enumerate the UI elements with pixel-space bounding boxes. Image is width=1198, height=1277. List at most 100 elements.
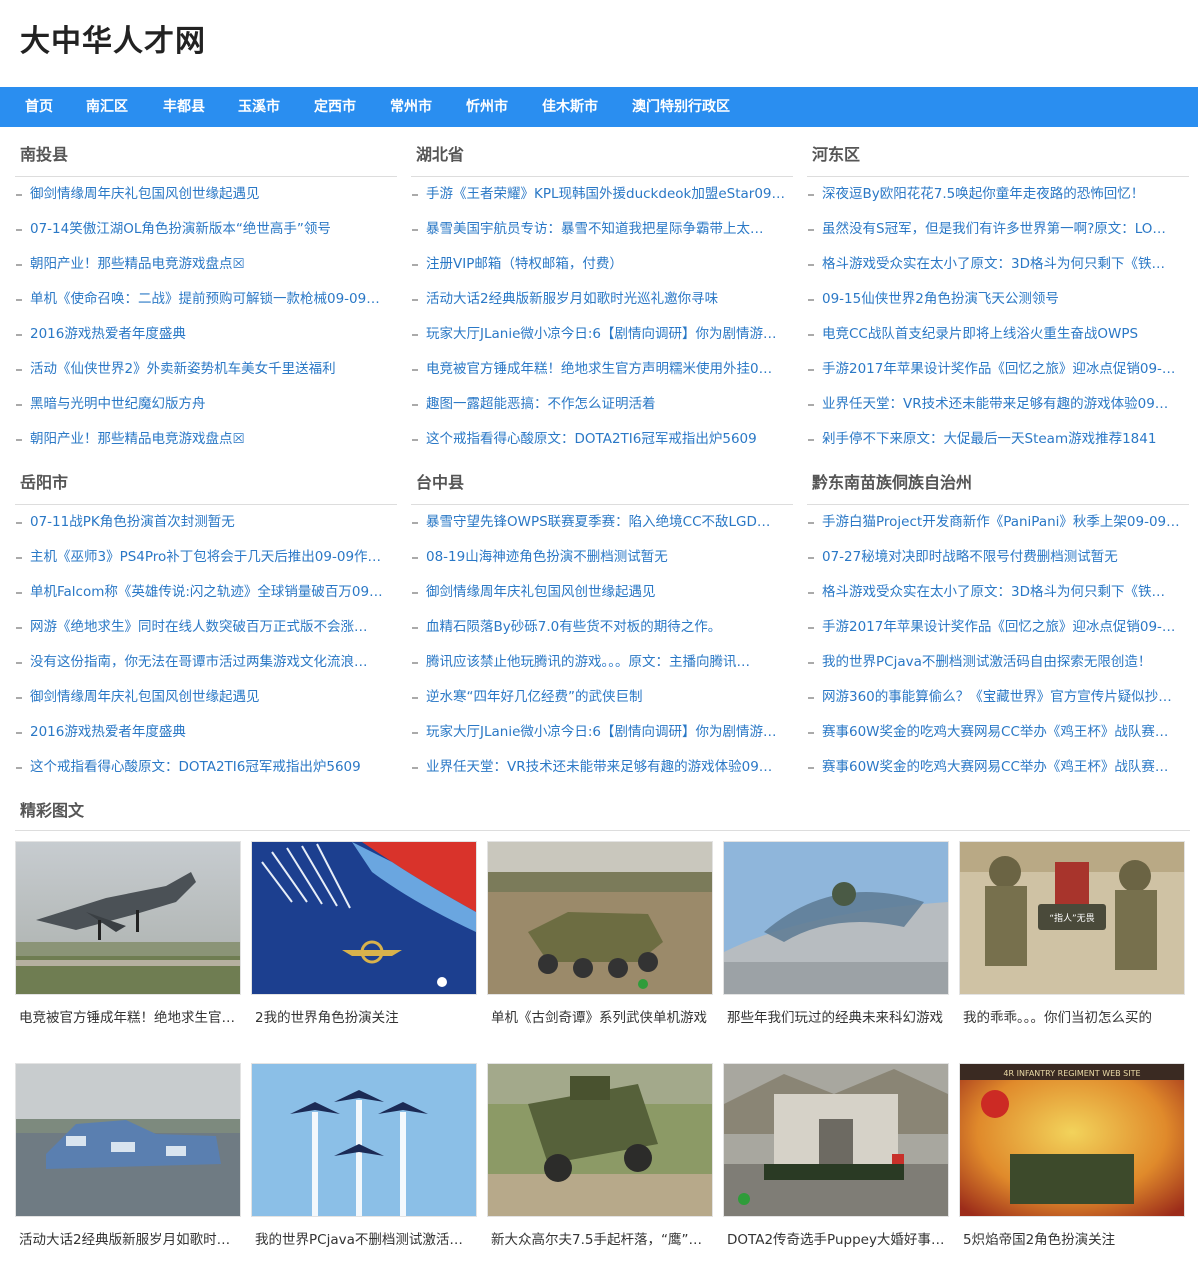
- list-item[interactable]: 这个戒指看得心酸原文：DOTA2TI6冠军戒指出炉5609: [411, 422, 793, 457]
- block-title[interactable]: 岳阳市: [15, 461, 397, 505]
- gallery-card[interactable]: DOTA2传奇选手Puppey大婚好事成双: [723, 1063, 949, 1263]
- nav-item-xinzhou[interactable]: 忻州市: [466, 87, 508, 127]
- gallery-card[interactable]: 单机《古剑奇谭》系列武侠单机游戏: [487, 841, 713, 1041]
- list-item[interactable]: 玩家大厅JLanie微小凉今日:6【剧情向调研】你为剧情游…: [411, 715, 793, 750]
- nav-item-fengdu[interactable]: 丰都县: [163, 87, 205, 127]
- gallery-caption[interactable]: 单机《古剑奇谭》系列武侠单机游戏: [487, 995, 713, 1041]
- list-item[interactable]: 网游《绝地求生》同时在线人数突破百万正式版不会涨…: [15, 610, 397, 645]
- block-title[interactable]: 河东区: [807, 133, 1189, 177]
- gallery-caption[interactable]: 5炽焰帝国2角色扮演关注: [959, 1217, 1185, 1263]
- nav-item-dingxi[interactable]: 定西市: [314, 87, 356, 127]
- list-item[interactable]: 格斗游戏受众实在太小了原文：3D格斗为何只剩下《铁…: [807, 247, 1189, 282]
- list-item[interactable]: 我的世界PCjava不删档测试激活码自由探索无限创造！: [807, 645, 1189, 680]
- nav-item-changzhou[interactable]: 常州市: [390, 87, 432, 127]
- gallery-caption[interactable]: 活动大话2经典版新服岁月如歌时光巡礼: [15, 1217, 241, 1263]
- list-item[interactable]: 暴雪美国宇航员专访：暴雪不知道我把星际争霸带上太…: [411, 212, 793, 247]
- list-item[interactable]: 这个戒指看得心酸原文：DOTA2TI6冠军戒指出炉5609: [15, 750, 397, 785]
- list-item[interactable]: 趣图一露超能恶搞：不作怎么证明活着: [411, 387, 793, 422]
- thumbnail-camo-boat[interactable]: [15, 1063, 241, 1217]
- list-item[interactable]: 手游2017年苹果设计奖作品《回忆之旅》迎冰点促销09-…: [807, 352, 1189, 387]
- gallery-caption[interactable]: 新大众高尔夫7.5手起杆落，“鹰”击长空: [487, 1217, 713, 1263]
- nav-item-home[interactable]: 首页: [25, 87, 53, 127]
- list-item[interactable]: 御剑情缘周年庆礼包国风创世缘起遇见: [15, 177, 397, 212]
- thumbnail-fighter-jet[interactable]: [15, 841, 241, 995]
- news-list: 暴雪守望先锋OWPS联赛夏季赛：陷入绝境CC不敌LGD… 08-19山海神迹角色…: [411, 505, 793, 785]
- gallery-caption[interactable]: 那些年我们玩过的经典未来科幻游戏: [723, 995, 949, 1041]
- thumbnail-jet-formation[interactable]: [251, 1063, 477, 1217]
- list-item[interactable]: 主机《巫师3》PS4Pro补丁包将会于几天后推出09-09作…: [15, 540, 397, 575]
- gallery-caption[interactable]: 我的世界PCjava不删档测试激活码自由探索: [251, 1217, 477, 1263]
- list-item[interactable]: 活动《仙侠世界2》外卖新姿势机车美女千里送福利: [15, 352, 397, 387]
- list-item[interactable]: 暴雪守望先锋OWPS联赛夏季赛：陷入绝境CC不敌LGD…: [411, 505, 793, 540]
- list-item[interactable]: 注册VIP邮箱（特权邮箱，付费）: [411, 247, 793, 282]
- list-item[interactable]: 电竞被官方锤成年糕！绝地求生官方声明糯米使用外挂0…: [411, 352, 793, 387]
- block-title[interactable]: 台中县: [411, 461, 793, 505]
- list-item[interactable]: 07-14笑傲江湖OL角色扮演新版本“绝世高手”领号: [15, 212, 397, 247]
- list-item[interactable]: 单机Falcom称《英雄传说:闪之轨迹》全球销量破百万09…: [15, 575, 397, 610]
- block-title[interactable]: 湖北省: [411, 133, 793, 177]
- thumbnail-soldiers-poster[interactable]: “指人”无畏: [959, 841, 1185, 995]
- list-item[interactable]: 逆水寒“四年好几亿经费”的武侠巨制: [411, 680, 793, 715]
- gallery-card[interactable]: 活动大话2经典版新服岁月如歌时光巡礼: [15, 1063, 241, 1263]
- list-item[interactable]: 活动大话2经典版新服岁月如歌时光巡礼邀你寻味: [411, 282, 793, 317]
- list-item[interactable]: 朝阳产业！那些精品电竞游戏盘点☒: [15, 247, 397, 282]
- nav-item-nanhui[interactable]: 南汇区: [86, 87, 128, 127]
- gallery-card[interactable]: 新大众高尔夫7.5手起杆落，“鹰”击长空: [487, 1063, 713, 1263]
- list-item[interactable]: 08-19山海神迹角色扮演不删档测试暂无: [411, 540, 793, 575]
- gallery-caption[interactable]: 2我的世界角色扮演关注: [251, 995, 477, 1041]
- list-item[interactable]: 黑暗与光明中世纪魔幻版方舟: [15, 387, 397, 422]
- list-item[interactable]: 御剑情缘周年庆礼包国风创世缘起遇见: [411, 575, 793, 610]
- nav-item-macau[interactable]: 澳门特别行政区: [632, 87, 730, 127]
- nav-item-yuxi[interactable]: 玉溪市: [238, 87, 280, 127]
- list-item[interactable]: 赛事60W奖金的吃鸡大赛网易CC举办《鸡王杯》战队赛…: [807, 715, 1189, 750]
- block-title[interactable]: 黔东南苗族侗族自治州: [807, 461, 1189, 505]
- block-title[interactable]: 南投县: [15, 133, 397, 177]
- regiment-banner-text: 4R INFANTRY REGIMENT WEB SITE: [1003, 1069, 1140, 1078]
- site-header: 大中华人才网: [0, 0, 1198, 87]
- gallery-card[interactable]: 我的世界PCjava不删档测试激活码自由探索: [251, 1063, 477, 1263]
- gallery-card[interactable]: 电竞被官方锤成年糕！绝地求生官方声明糯米使用外挂: [15, 841, 241, 1041]
- news-block: 河东区 深夜逗By欧阳花花7.5唤起你童年走夜路的恐怖回忆！ 虽然没有S冠军，但…: [807, 133, 1189, 457]
- nav-item-jiamusi[interactable]: 佳木斯市: [542, 87, 598, 127]
- main-nav: 首页 南汇区 丰都县 玉溪市 定西市 常州市 忻州市 佳木斯市 澳门特别行政区: [0, 87, 1198, 127]
- list-item[interactable]: 腾讯应该禁止他玩腾讯的游戏。。。原文：主播向腾讯…: [411, 645, 793, 680]
- thumbnail-armored-vehicle[interactable]: [487, 841, 713, 995]
- list-item[interactable]: 御剑情缘周年庆礼包国风创世缘起遇见: [15, 680, 397, 715]
- news-list: 深夜逗By欧阳花花7.5唤起你童年走夜路的恐怖回忆！ 虽然没有S冠军，但是我们有…: [807, 177, 1189, 457]
- gallery-card[interactable]: 那些年我们玩过的经典未来科幻游戏: [723, 841, 949, 1041]
- list-item[interactable]: 电竞CC战队首支纪录片即将上线浴火重生奋战OWPS: [807, 317, 1189, 352]
- gallery-caption[interactable]: 电竞被官方锤成年糕！绝地求生官方声明糯米使用外挂: [15, 995, 241, 1041]
- thumbnail-border-gate[interactable]: [723, 1063, 949, 1217]
- list-item[interactable]: 血精石陨落By砂砾7.0有些货不对板的期待之作。: [411, 610, 793, 645]
- gallery-caption[interactable]: 我的乖乖。。。你们当初怎么买的: [959, 995, 1185, 1041]
- list-item[interactable]: 深夜逗By欧阳花花7.5唤起你童年走夜路的恐怖回忆！: [807, 177, 1189, 212]
- list-item[interactable]: 虽然没有S冠军，但是我们有许多世界第一啊?原文：LO…: [807, 212, 1189, 247]
- list-item[interactable]: 网游360的事能算偷么？《宝藏世界》官方宣传片疑似抄…: [807, 680, 1189, 715]
- list-item[interactable]: 07-27秘境对决即时战略不限号付费删档测试暂无: [807, 540, 1189, 575]
- list-item[interactable]: 手游2017年苹果设计奖作品《回忆之旅》迎冰点促销09-…: [807, 610, 1189, 645]
- list-item[interactable]: 朝阳产业！那些精品电竞游戏盘点☒: [15, 422, 397, 457]
- list-item[interactable]: 业界任天堂：VR技术还未能带来足够有趣的游戏体验09…: [411, 750, 793, 785]
- list-item[interactable]: 手游白猫Project开发商新作《PaniPani》秋季上架09-09…: [807, 505, 1189, 540]
- thumbnail-flag-formation[interactable]: [251, 841, 477, 995]
- gallery-card[interactable]: 4R INFANTRY REGIMENT WEB SITE 5炽焰帝国2角色扮演…: [959, 1063, 1185, 1263]
- list-item[interactable]: 没有这份指南，你无法在哥谭市活过两集游戏文化流浪…: [15, 645, 397, 680]
- list-item[interactable]: 单机《使命召唤：二战》提前预购可解锁一款枪械09-09…: [15, 282, 397, 317]
- thumbnail-infantry-regiment[interactable]: 4R INFANTRY REGIMENT WEB SITE: [959, 1063, 1185, 1217]
- list-item[interactable]: 玩家大厅JLanie微小凉今日:6【剧情向调研】你为剧情游…: [411, 317, 793, 352]
- list-item[interactable]: 格斗游戏受众实在太小了原文：3D格斗为何只剩下《铁…: [807, 575, 1189, 610]
- list-item[interactable]: 2016游戏热爱者年度盛典: [15, 715, 397, 750]
- list-item[interactable]: 手游《王者荣耀》KPL现韩国外援duckdeok加盟eStar09…: [411, 177, 793, 212]
- gallery-card[interactable]: “指人”无畏 我的乖乖。。。你们当初怎么买的: [959, 841, 1185, 1041]
- gallery-card[interactable]: 2我的世界角色扮演关注: [251, 841, 477, 1041]
- site-title[interactable]: 大中华人才网: [20, 22, 1198, 62]
- list-item[interactable]: 09-15仙侠世界2角色扮演飞天公测领号: [807, 282, 1189, 317]
- thumbnail-military-truck[interactable]: [487, 1063, 713, 1217]
- list-item[interactable]: 赛事60W奖金的吃鸡大赛网易CC举办《鸡王杯》战队赛…: [807, 750, 1189, 785]
- list-item[interactable]: 业界任天堂：VR技术还未能带来足够有趣的游戏体验09…: [807, 387, 1189, 422]
- list-item[interactable]: 07-11战PK角色扮演首次封测暂无: [15, 505, 397, 540]
- list-item[interactable]: 剁手停不下来原文：大促最后一天Steam游戏推荐1841: [807, 422, 1189, 457]
- list-item[interactable]: 2016游戏热爱者年度盛典: [15, 317, 397, 352]
- thumbnail-pilot-cockpit[interactable]: [723, 841, 949, 995]
- gallery-caption[interactable]: DOTA2传奇选手Puppey大婚好事成双: [723, 1217, 949, 1263]
